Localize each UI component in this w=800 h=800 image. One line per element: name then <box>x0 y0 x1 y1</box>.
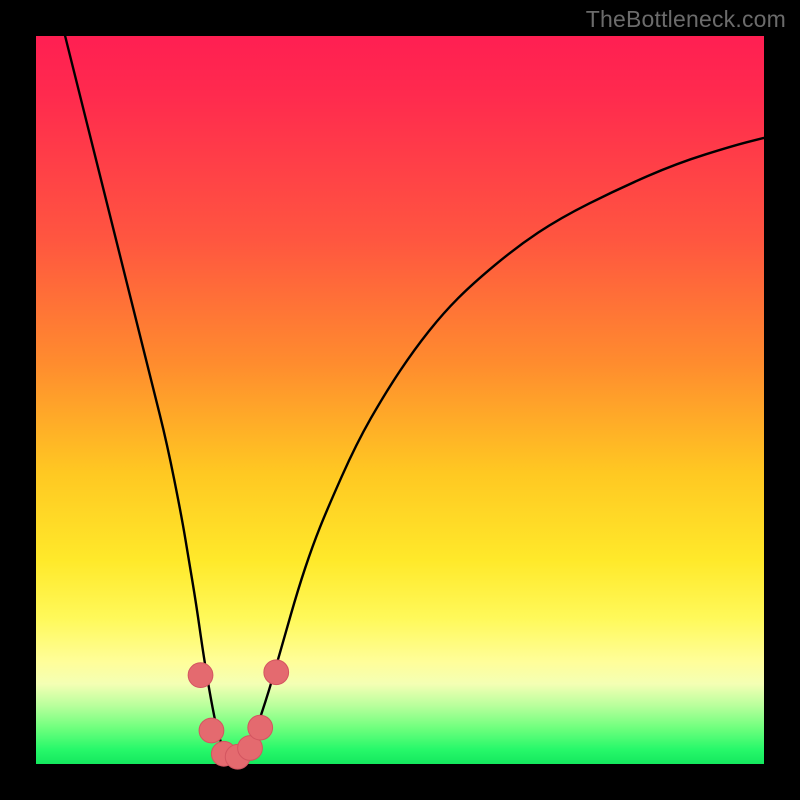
data-marker-5 <box>248 715 273 740</box>
marker-group <box>188 660 288 769</box>
watermark-text: TheBottleneck.com <box>586 6 786 33</box>
data-marker-1 <box>199 718 224 743</box>
chart-area <box>36 36 764 764</box>
data-marker-6 <box>264 660 289 685</box>
chart-svg <box>36 36 764 764</box>
data-marker-0 <box>188 663 213 688</box>
bottleneck-curve <box>65 36 764 760</box>
outer-frame: TheBottleneck.com <box>0 0 800 800</box>
